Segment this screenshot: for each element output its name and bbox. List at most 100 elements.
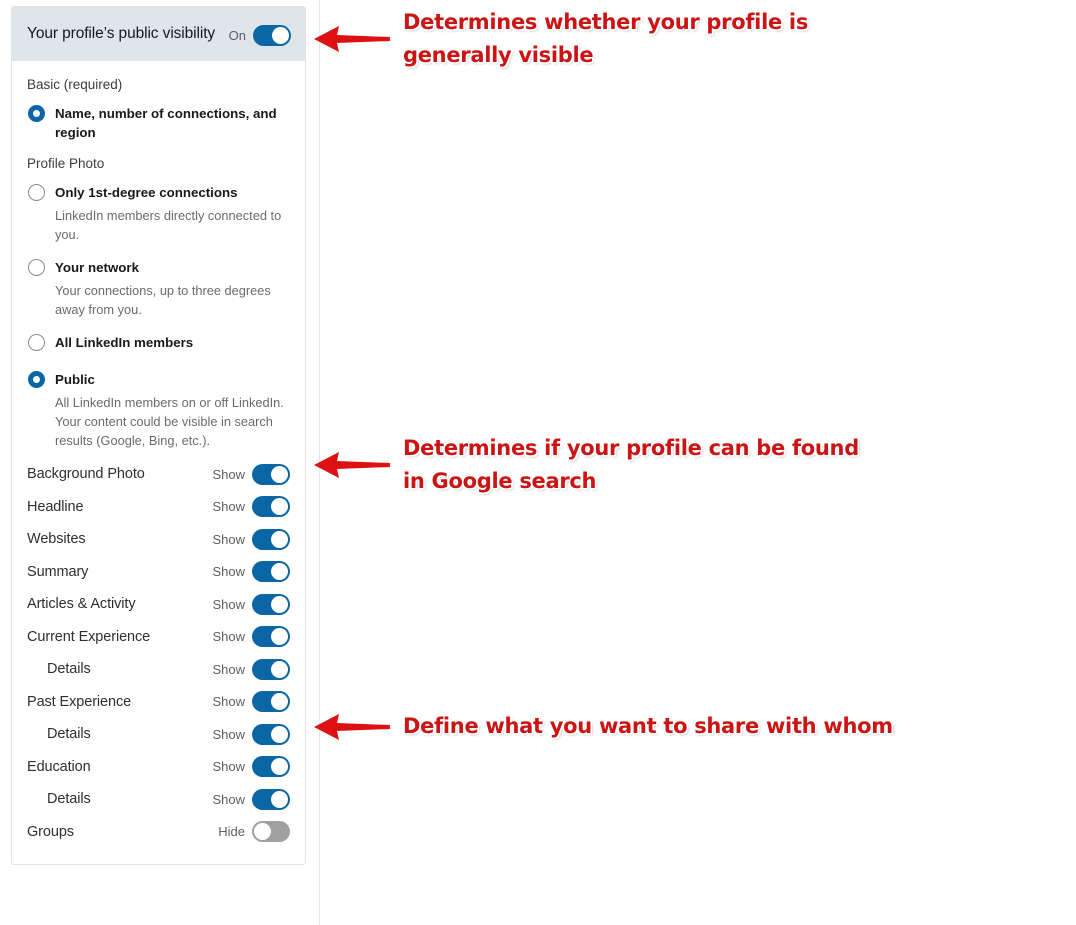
toggle-knob-icon (254, 823, 271, 841)
annotation-share: Define what you want to share with whom (313, 710, 893, 743)
toggle-row: Education Show (27, 751, 290, 784)
page-title: Your profile’s public visibility (27, 25, 216, 42)
toggle-row-label: Groups (27, 823, 74, 840)
toggle-row-control-group: Show (212, 463, 290, 485)
section-visibility-toggle[interactable] (252, 723, 290, 745)
toggle-knob-icon (271, 530, 288, 548)
radio-option-public[interactable]: Public (27, 370, 290, 389)
section-visibility-toggle[interactable] (252, 658, 290, 680)
toggle-state-label: Show (212, 499, 245, 515)
toggle-knob-icon (271, 628, 288, 646)
toggle-row-label: Details (47, 661, 91, 678)
annotation-share-text: Define what you want to share with whom (403, 714, 893, 738)
toggle-row-control-group: Show (212, 496, 290, 518)
radio-option-your-network-description: Your connections, up to three degrees aw… (55, 283, 271, 317)
toggle-state-label: Show (212, 531, 245, 547)
card-header: Your profile’s public visibility On (12, 7, 305, 61)
radio-checked-icon (28, 371, 45, 388)
radio-option-basic[interactable]: Name, number of connections, and region (27, 104, 290, 142)
toggle-knob-icon (271, 595, 288, 613)
toggle-row-control-group: Show (212, 658, 290, 680)
toggle-row: Websites Show (27, 523, 290, 556)
public-visibility-toggle-state-label: On (228, 28, 246, 43)
section-visibility-toggle[interactable] (252, 821, 290, 843)
toggle-row-control-group: Show (212, 528, 290, 550)
toggle-knob-icon (271, 758, 288, 776)
profile-section-toggle-list: Background Photo Show Headline Show Websites… (27, 458, 290, 848)
section-visibility-toggle[interactable] (252, 626, 290, 648)
section-visibility-toggle[interactable] (252, 463, 290, 485)
radio-checked-icon (28, 105, 45, 122)
section-visibility-toggle[interactable] (252, 561, 290, 583)
toggle-row-control-group: Show (212, 691, 290, 713)
toggle-row-label: Current Experience (27, 628, 151, 645)
toggle-state-label: Show (212, 694, 245, 710)
annotation-public: Determines if your profile can be found … (313, 432, 859, 498)
toggle-row-label: Headline (27, 498, 84, 515)
toggle-row: Details Show (27, 653, 290, 686)
card-body: Basic (required) Name, number of connect… (12, 61, 305, 864)
radio-option-your-network[interactable]: Your network (27, 258, 290, 277)
radio-unchecked-icon (28, 184, 45, 201)
left-arrow-icon (314, 452, 390, 478)
section-visibility-toggle[interactable] (252, 756, 290, 778)
toggle-knob-icon (271, 465, 288, 483)
radio-option-first-degree-label: Only 1st-degree connections (55, 185, 238, 200)
section-visibility-toggle[interactable] (252, 496, 290, 518)
toggle-state-label: Hide (218, 824, 245, 840)
toggle-row: Details Show (27, 718, 290, 751)
toggle-row-label: Articles & Activity (27, 596, 136, 613)
radio-unchecked-icon (28, 259, 45, 276)
toggle-row-control-group: Show (212, 561, 290, 583)
toggle-state-label: Show (212, 759, 245, 775)
radio-option-your-network-label: Your network (55, 260, 139, 275)
toggle-row-label: Education (27, 758, 91, 775)
section-visibility-toggle[interactable] (252, 788, 290, 810)
toggle-row: Past Experience Show (27, 686, 290, 719)
radio-option-first-degree[interactable]: Only 1st-degree connections (27, 183, 290, 202)
toggle-state-label: Show (212, 564, 245, 580)
toggle-knob-icon (271, 660, 288, 678)
toggle-row: Articles & Activity Show (27, 588, 290, 621)
radio-option-public-description: All LinkedIn members on or off LinkedIn.… (55, 395, 284, 448)
toggle-knob-icon (271, 790, 288, 808)
toggle-row: Details Show (27, 783, 290, 816)
radio-option-all-members-label: All LinkedIn members (55, 335, 194, 350)
toggle-row: Background Photo Show (27, 458, 290, 491)
toggle-row-label: Past Experience (27, 693, 132, 710)
toggle-row: Current Experience Show (27, 621, 290, 654)
toggle-state-label: Show (212, 629, 245, 645)
toggle-knob-icon (271, 563, 288, 581)
toggle-row-control-group: Hide (218, 821, 290, 843)
section-visibility-toggle[interactable] (252, 593, 290, 615)
toggle-row: Headline Show (27, 491, 290, 524)
toggle-row-control-group: Show (212, 626, 290, 648)
toggle-state-label: Show (212, 661, 245, 677)
radio-option-all-members[interactable]: All LinkedIn members (27, 333, 290, 352)
radio-option-first-degree-description: LinkedIn members directly connected to y… (55, 208, 282, 242)
public-visibility-toggle[interactable] (253, 25, 291, 46)
toggle-knob-icon (271, 693, 288, 711)
annotation-public-text: Determines if your profile can be found … (403, 436, 859, 493)
radio-unchecked-icon (28, 334, 45, 351)
header-toggle-group: On (229, 23, 291, 46)
left-arrow-icon (314, 713, 390, 740)
toggle-row-label: Background Photo (27, 466, 145, 483)
toggle-row: Summary Show (27, 556, 290, 589)
toggle-state-label: Show (212, 596, 245, 612)
public-profile-visibility-card: Your profile’s public visibility On Basi… (11, 6, 306, 865)
toggle-row-control-group: Show (212, 593, 290, 615)
toggle-knob-icon (271, 498, 288, 516)
section-visibility-toggle[interactable] (252, 691, 290, 713)
toggle-row: Groups Hide (27, 816, 290, 849)
toggle-state-label: Show (212, 466, 245, 482)
toggle-state-label: Show (212, 726, 245, 742)
toggle-state-label: Show (212, 791, 245, 807)
toggle-row-label: Websites (27, 531, 86, 548)
basic-group-label: Basic (required) (27, 77, 123, 92)
radio-option-public-label: Public (55, 372, 95, 387)
toggle-row-label: Summary (27, 563, 89, 580)
toggle-row-control-group: Show (212, 788, 290, 810)
toggle-knob-icon (272, 27, 289, 44)
section-visibility-toggle[interactable] (252, 528, 290, 550)
